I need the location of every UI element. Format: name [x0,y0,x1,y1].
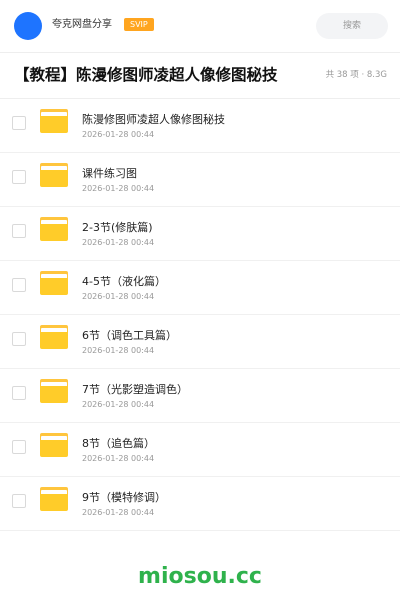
file-date: 2026-01-28 00:44 [82,130,155,139]
folder-icon [40,433,68,457]
folder-title: 【教程】陈漫修图师凌超人像修图秘技 [14,66,278,84]
row-checkbox[interactable] [12,440,26,454]
file-name[interactable]: 课件练习图 [82,167,137,181]
folder-item-count: 共 38 项 · 8.3G [325,70,387,80]
folder-icon [40,217,68,241]
file-row[interactable]: 陈漫修图师凌超人像修图秘技 2026-01-28 00:44 [0,99,400,153]
row-checkbox[interactable] [12,170,26,184]
file-date: 2026-01-28 00:44 [82,454,155,463]
row-checkbox[interactable] [12,116,26,130]
file-name[interactable]: 陈漫修图师凌超人像修图秘技 [82,113,225,127]
svip-badge: SVIP [124,18,154,31]
folder-icon [40,379,68,403]
folder-title-row: 【教程】陈漫修图师凌超人像修图秘技 共 38 项 · 8.3G [0,52,400,99]
row-checkbox[interactable] [12,494,26,508]
file-date: 2026-01-28 00:44 [82,184,155,193]
folder-icon [40,271,68,295]
file-row[interactable]: 4-5节（液化篇） 2026-01-28 00:44 [0,261,400,315]
file-row[interactable]: 9节（模特修调） 2026-01-28 00:44 [0,477,400,531]
file-date: 2026-01-28 00:44 [82,292,155,301]
file-row[interactable]: 7节（光影塑造调色） 2026-01-28 00:44 [0,369,400,423]
avatar[interactable] [14,12,42,40]
file-row[interactable]: 2-3节(修肤篇) 2026-01-28 00:44 [0,207,400,261]
file-date: 2026-01-28 00:44 [82,346,155,355]
file-row[interactable]: 6节（调色工具篇） 2026-01-28 00:44 [0,315,400,369]
file-name[interactable]: 9节（模特修调） [82,491,166,505]
file-name[interactable]: 2-3节(修肤篇) [82,221,153,235]
folder-icon [40,487,68,511]
row-checkbox[interactable] [12,278,26,292]
file-row[interactable]: 课件练习图 2026-01-28 00:44 [0,153,400,207]
file-name[interactable]: 4-5节（液化篇） [82,275,166,289]
file-list: 陈漫修图师凌超人像修图秘技 2026-01-28 00:44 课件练习图 202… [0,99,400,531]
row-checkbox[interactable] [12,386,26,400]
file-name[interactable]: 8节（追色篇） [82,437,155,451]
file-name[interactable]: 7节（光影塑造调色） [82,383,188,397]
search-input[interactable]: 搜索 [316,13,388,39]
folder-icon [40,163,68,187]
share-owner-name: 夸克网盘分享 [52,19,112,30]
file-date: 2026-01-28 00:44 [82,400,155,409]
file-date: 2026-01-28 00:44 [82,508,155,517]
file-name[interactable]: 6节（调色工具篇） [82,329,177,343]
file-row[interactable]: 8节（追色篇） 2026-01-28 00:44 [0,423,400,477]
folder-icon [40,109,68,133]
row-checkbox[interactable] [12,332,26,346]
file-date: 2026-01-28 00:44 [82,238,155,247]
header-bar: 夸克网盘分享 SVIP 搜索 [0,0,400,53]
watermark-text: miosou.cc [138,564,262,589]
folder-icon [40,325,68,349]
row-checkbox[interactable] [12,224,26,238]
